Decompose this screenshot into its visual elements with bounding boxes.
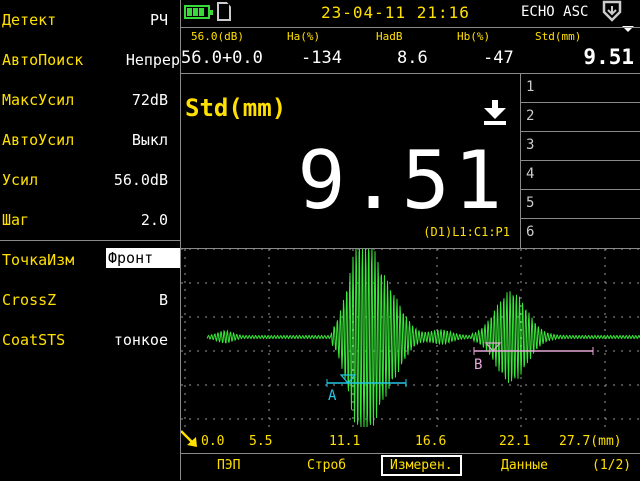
reading-subtitle: (D1)L1:C1:P1: [423, 225, 510, 239]
gate-a-label: A: [328, 388, 337, 404]
param-step[interactable]: Шаг 2.0: [0, 200, 180, 240]
param-maxgain[interactable]: МаксУсил 72dB: [0, 80, 180, 120]
reading-value: 9.51: [297, 134, 506, 227]
param-label: ТочкаИзм: [2, 251, 75, 269]
param-value: 56.0dB: [113, 171, 168, 189]
param-label: АвтоУсил: [2, 131, 75, 149]
meas-value-primary: 9.51: [583, 45, 634, 69]
param-value: Выкл: [131, 131, 168, 149]
meas-value: 56.0+0.0: [181, 48, 263, 68]
slot-label: 2: [526, 108, 535, 124]
param-label: Детект: [2, 11, 57, 29]
meas-header: HadB: [376, 30, 403, 43]
battery-icon: [184, 5, 213, 19]
meas-header: Std(mm): [535, 30, 582, 43]
slot-label: 1: [526, 79, 535, 95]
axis-tick: 22.1: [499, 434, 531, 449]
meas-value: 8.6: [397, 48, 428, 68]
axis-tick: 16.6: [415, 434, 447, 449]
memory-slots: 1 2 3 4 5 6: [520, 73, 640, 248]
tab-gate[interactable]: Строб: [307, 458, 346, 473]
param-gain[interactable]: Усил 56.0dB: [0, 160, 180, 200]
axis-tick: 0.0: [201, 434, 225, 449]
param-value: 72dB: [131, 91, 168, 109]
meas-header: Ha(%): [287, 30, 321, 43]
logo-icon: [602, 0, 622, 22]
param-value: 2.0: [140, 211, 168, 229]
param-label: CrossZ: [2, 291, 57, 309]
function-tabs: ПЭП Строб Измерен. Данные (1/2): [181, 453, 640, 481]
meas-value: -134: [301, 48, 342, 68]
tab-data[interactable]: Данные: [501, 458, 548, 473]
tab-page[interactable]: (1/2): [592, 458, 631, 473]
param-label: Шаг: [2, 211, 30, 229]
meas-header: 56.0(dB): [191, 30, 244, 43]
param-value: Непрер: [125, 51, 180, 69]
axis-tick: 5.5: [249, 434, 273, 449]
slot-label: 3: [526, 137, 535, 153]
slot-5[interactable]: 5: [520, 189, 640, 219]
gate-b-label: B: [474, 357, 482, 373]
param-label: МаксУсил: [2, 91, 75, 109]
datetime: 23-04-11 21:16: [321, 3, 470, 22]
reading-panel: Std(mm) 9.51 (D1)L1:C1:P1: [181, 73, 520, 249]
parameter-panel: Детект РЧ АвтоПоиск Непрер МаксУсил 72dB…: [0, 0, 180, 480]
a-scan-display[interactable]: A B 0.0 5.5 11.1 16.6 22.1 27.7(mm): [181, 248, 640, 459]
mode-label: ECHO ASC: [521, 4, 589, 20]
waveform-plot: A B: [181, 249, 640, 447]
axis-tick: 27.7(mm): [559, 434, 622, 449]
param-crossz[interactable]: CrossZ В: [0, 280, 180, 320]
param-label: Усил: [2, 171, 39, 189]
signal-trace: [206, 249, 640, 428]
param-autosearch[interactable]: АвтоПоиск Непрер: [0, 40, 180, 80]
measurement-header: 56.0(dB) Ha(%) HadB Hb(%) Std(mm) 56.0+0…: [181, 27, 640, 74]
param-measure-point[interactable]: ТочкаИзм Фронт: [0, 240, 180, 280]
down-arrow-icon: [484, 100, 506, 125]
meas-header: Hb(%): [457, 30, 491, 43]
param-label: АвтоПоиск: [2, 51, 84, 69]
slot-label: 4: [526, 166, 535, 182]
tab-probe[interactable]: ПЭП: [217, 458, 240, 473]
slot-label: 5: [526, 195, 535, 211]
origin-arrow-icon: [181, 430, 197, 447]
param-detect[interactable]: Детект РЧ: [0, 0, 180, 40]
param-value: РЧ: [149, 11, 168, 29]
param-value: В: [158, 291, 168, 309]
slot-2[interactable]: 2: [520, 102, 640, 132]
slot-1[interactable]: 1: [520, 73, 640, 103]
slot-4[interactable]: 4: [520, 160, 640, 190]
reading-title: Std(mm): [185, 94, 287, 122]
meas-value: -47: [483, 48, 514, 68]
param-value: тонкое: [113, 331, 168, 349]
sd-card-icon: [217, 2, 231, 21]
param-label: CoatSTS: [2, 331, 66, 349]
slot-3[interactable]: 3: [520, 131, 640, 161]
param-value-selected[interactable]: Фронт: [106, 248, 180, 268]
slot-6[interactable]: 6: [520, 218, 640, 248]
slot-label: 6: [526, 224, 535, 240]
axis-tick: 11.1: [329, 434, 361, 449]
status-bar: 23-04-11 21:16 ECHO ASC: [181, 0, 640, 32]
param-autogain[interactable]: АвтоУсил Выкл: [0, 120, 180, 160]
param-coatsts[interactable]: CoatSTS тонкое: [0, 320, 180, 360]
tab-measure[interactable]: Измерен.: [381, 455, 462, 476]
